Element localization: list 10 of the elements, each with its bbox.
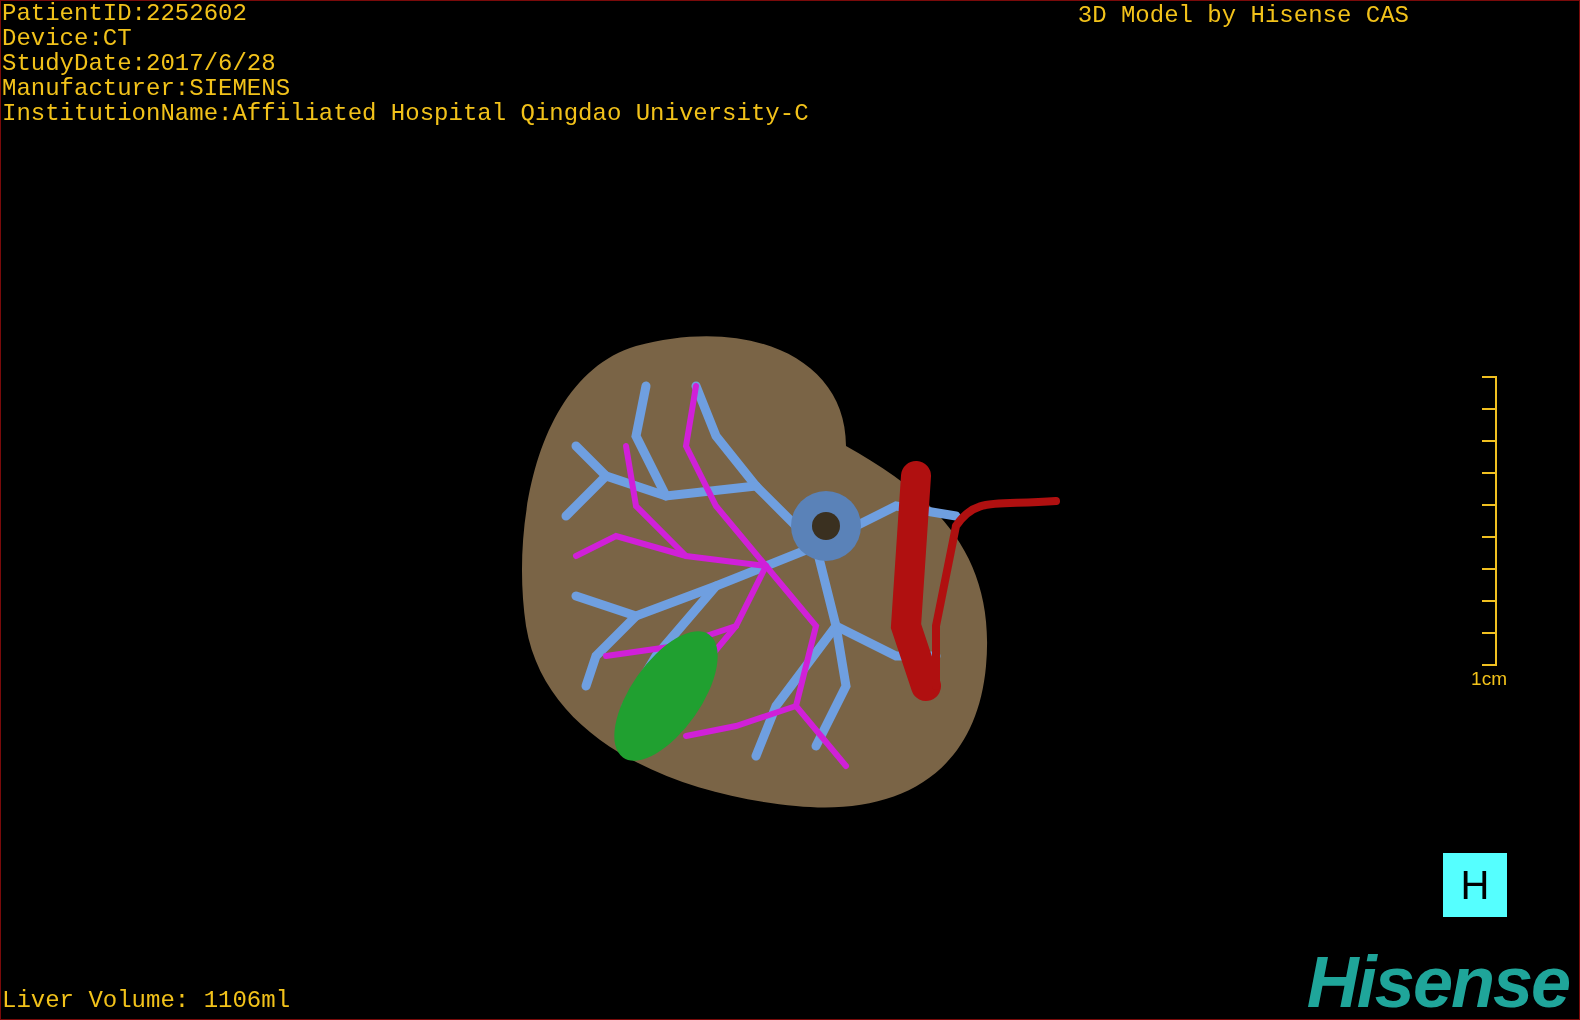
study-info-line: Device:CT [2,26,133,51]
study-info-line: PatientID:2252602 [2,1,248,26]
viewer-title: 3D Model by Hisense CAS [1077,3,1409,28]
study-info-line: Manufacturer:SIEMENS [2,76,292,101]
scale-label: 1cm [1471,668,1507,690]
brand-logo: Hisense [1306,945,1570,1019]
orientation-button[interactable]: H [1443,853,1507,917]
study-info-line: InstitutionName:Affiliated Hospital Qingdao University-C [2,101,809,126]
study-info-line: StudyDate:2017/6/28 [2,51,277,76]
liver-volume-label: Liver Volume: 1106ml [1,988,291,1013]
